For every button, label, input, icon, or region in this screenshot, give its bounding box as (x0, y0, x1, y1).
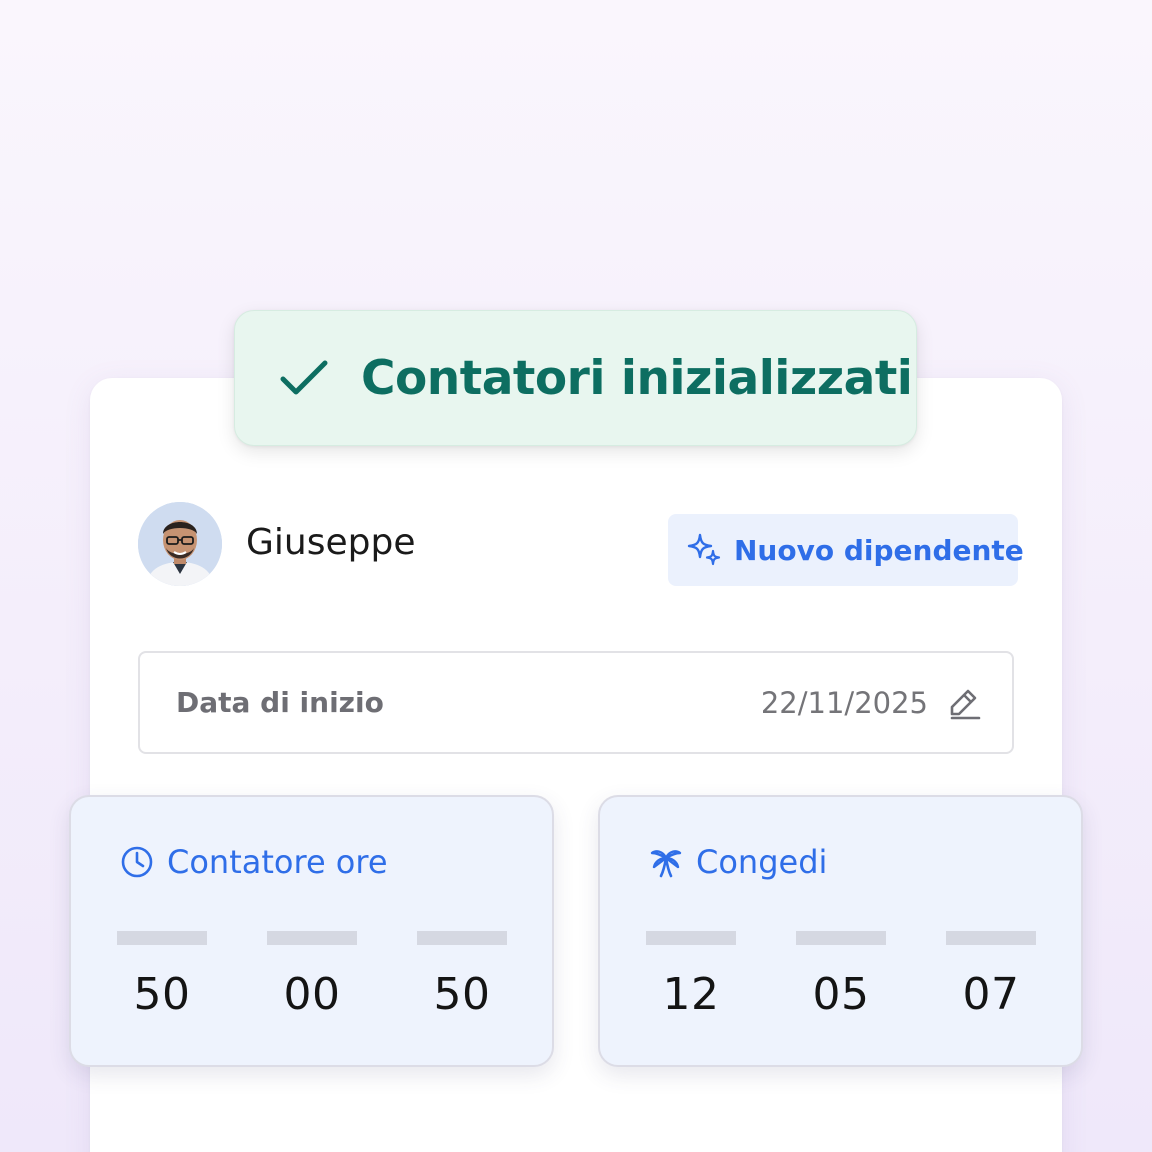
employee-name: Giuseppe (246, 522, 416, 563)
start-date-field[interactable]: Data di inizio 22/11/2025 (138, 651, 1014, 754)
counter-column: 50 (417, 931, 507, 1020)
counter-column: 50 (117, 931, 207, 1020)
new-employee-badge: Nuovo dipendente (668, 514, 1024, 586)
hours-counter-card: Contatore ore 50 00 50 (69, 795, 554, 1067)
counter-value: 50 (133, 969, 191, 1020)
counter-bar (417, 931, 507, 945)
toast-message: Contatori inizializzati (361, 350, 913, 406)
badge-label: Nuovo dipendente (734, 533, 1024, 567)
counter-value: 50 (433, 969, 491, 1020)
counter-bar (796, 931, 886, 945)
counter-value: 12 (662, 969, 720, 1020)
counter-column: 12 (646, 931, 736, 1020)
hours-counter-header: Contatore ore (119, 843, 388, 881)
counter-bar (946, 931, 1036, 945)
counter-column: 07 (946, 931, 1036, 1020)
counter-bar (267, 931, 357, 945)
sparkles-icon (686, 532, 722, 568)
success-toast: Contatori inizializzati (234, 310, 917, 446)
clock-icon (119, 844, 155, 880)
counter-column: 00 (267, 931, 357, 1020)
hours-counter-values: 50 00 50 (117, 931, 509, 1031)
pencil-icon[interactable] (948, 686, 982, 720)
start-date-value: 22/11/2025 (760, 685, 928, 720)
check-icon (277, 351, 331, 405)
counter-column: 05 (796, 931, 886, 1020)
counter-bar (646, 931, 736, 945)
counter-bar (117, 931, 207, 945)
counter-value: 00 (283, 969, 341, 1020)
counter-value: 07 (962, 969, 1020, 1020)
palm-tree-icon (648, 844, 684, 880)
hours-counter-title: Contatore ore (167, 843, 388, 881)
leave-counter-values: 12 05 07 (646, 931, 1038, 1031)
app-frame: Contatori inizializzati Giuseppe Nuovo d… (0, 0, 1152, 1152)
leave-counter-card: Congedi 12 05 07 (598, 795, 1083, 1067)
leave-counter-header: Congedi (648, 843, 827, 881)
leave-counter-title: Congedi (696, 843, 828, 881)
avatar[interactable] (138, 502, 222, 586)
counter-value: 05 (812, 969, 870, 1020)
start-date-label: Data di inizio (176, 686, 384, 719)
